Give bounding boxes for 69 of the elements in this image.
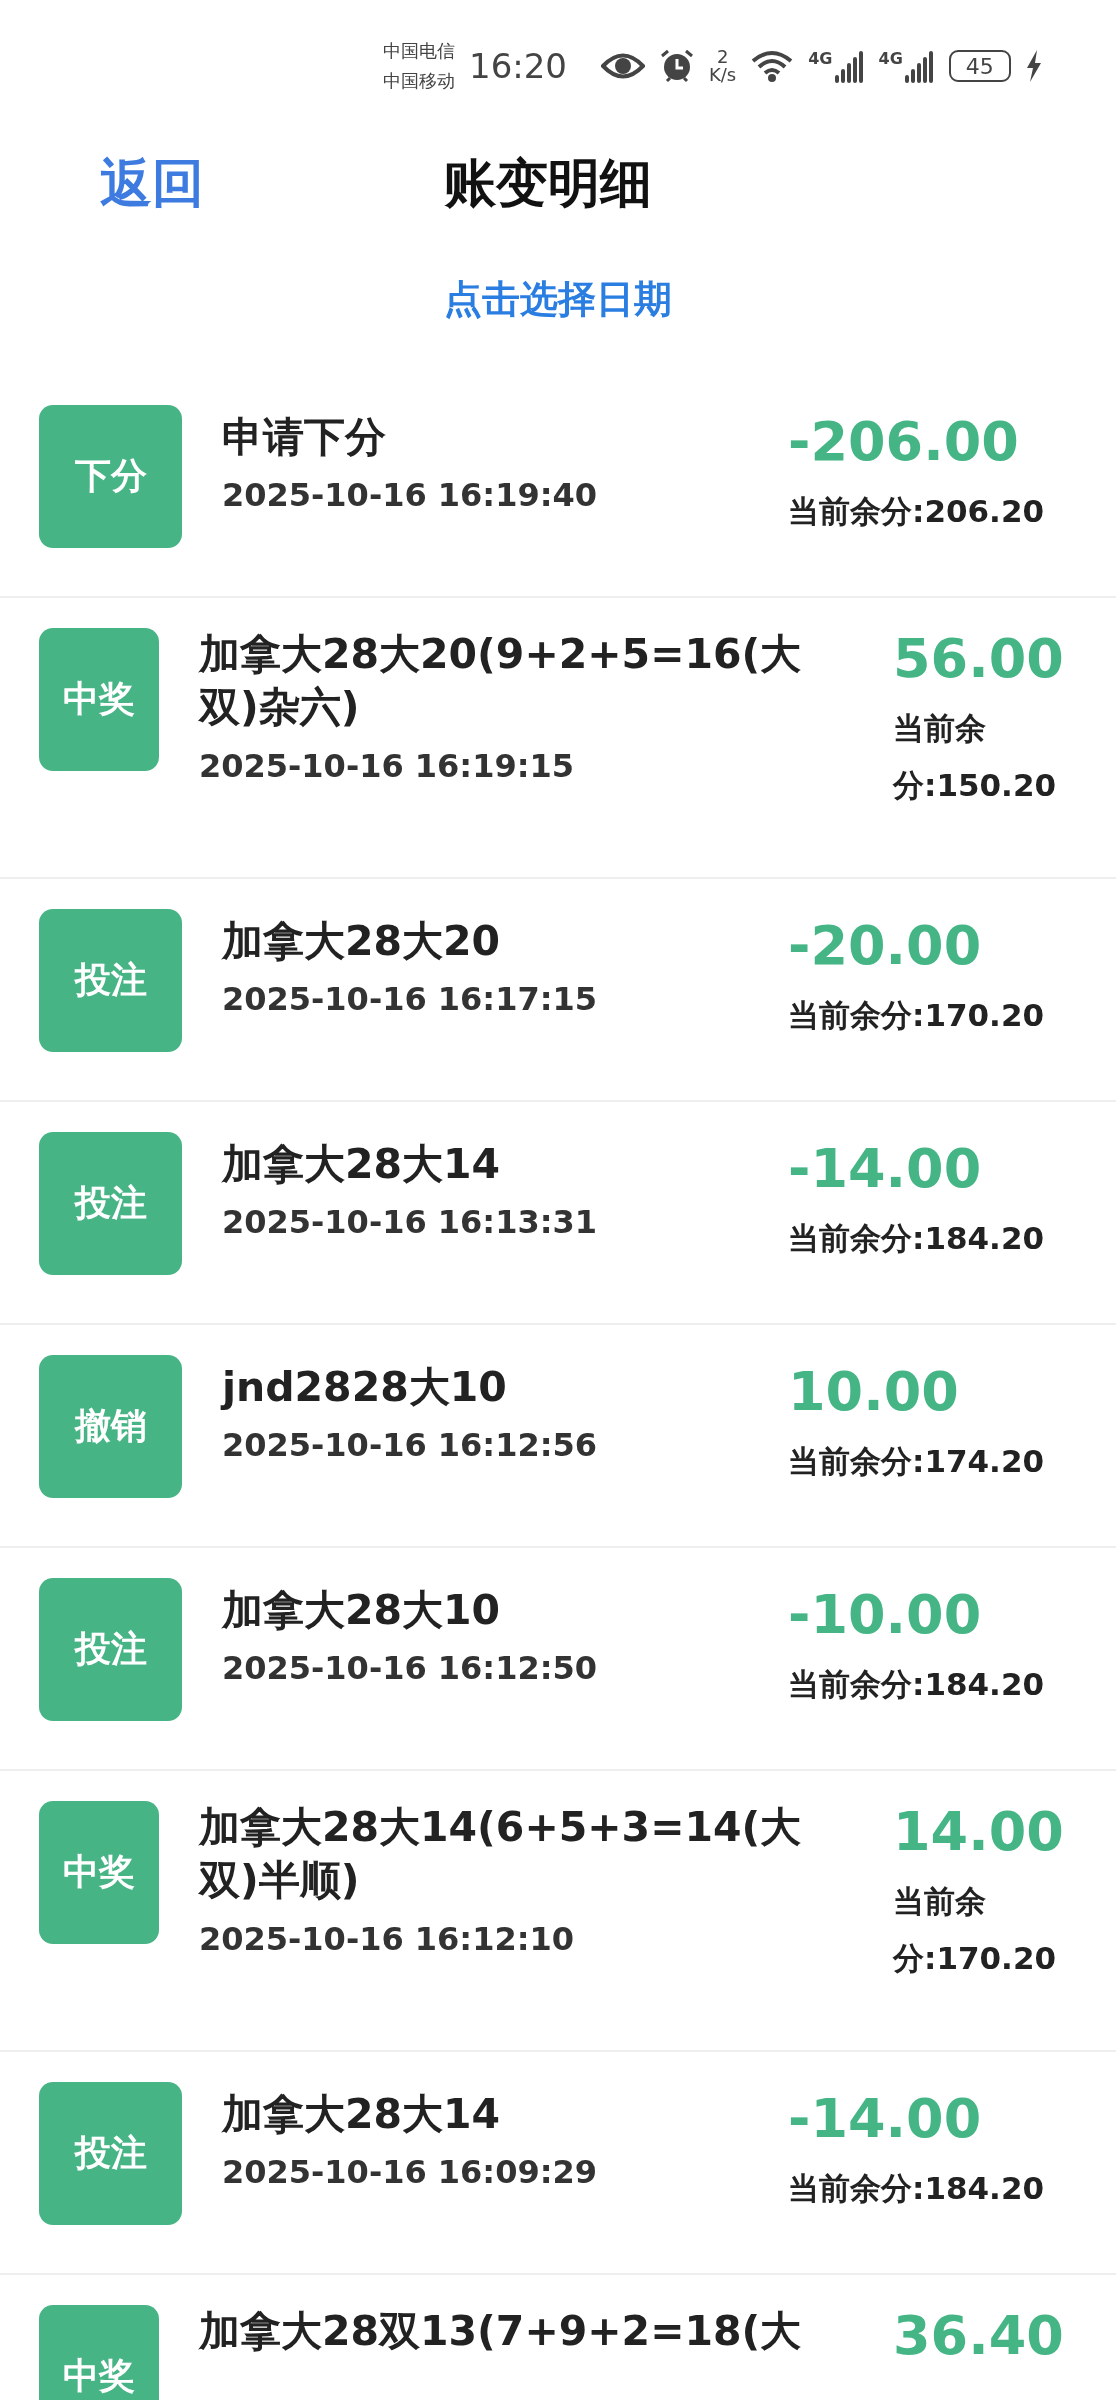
- record-row[interactable]: 中奖 加拿大28大20(9+2+5=16(大双)杂六) 2025-10-16 16:19:15 56.00 当前余分:150.20: [0, 598, 1116, 879]
- record-title: jnd2828大10: [222, 1362, 508, 1413]
- amount: -10.00: [788, 1584, 983, 1647]
- record-title: 加拿大28大20: [222, 916, 502, 967]
- record-title: 加拿大28大10: [222, 1585, 502, 1636]
- record-time: 2025-10-16 16:19:40: [222, 476, 598, 515]
- type-badge: 下分: [39, 405, 182, 548]
- balance: 当前余分:150.20: [893, 709, 1058, 806]
- type-badge: 中奖: [39, 1801, 159, 1944]
- date-picker-link[interactable]: 点击选择日期: [444, 274, 672, 325]
- record-time: 2025-10-16 16:17:15: [222, 980, 598, 1019]
- record-time: 2025-10-16 16:19:15: [199, 746, 575, 785]
- record-row[interactable]: 撤销 jnd2828大10 2025-10-16 16:12:56 10.00 当前余分:174.20: [0, 1325, 1116, 1548]
- record-row[interactable]: 投注 加拿大28大14 2025-10-16 16:09:29 -14.00 当前余分:184.20: [0, 2052, 1116, 2275]
- wifi-icon: [750, 49, 795, 83]
- record-row[interactable]: 中奖 加拿大28大14(6+5+3=14(大双)半顺) 2025-10-16 16:12:10 14.00 当前余分:170.20: [0, 1771, 1116, 2052]
- record-time: 2025-10-16 16:12:50: [222, 1649, 598, 1688]
- record-time: 2025-10-16 16:09:29: [222, 2153, 598, 2192]
- record-time: 2025-10-16 16:12:10: [199, 1919, 575, 1958]
- record-row[interactable]: 投注 加拿大28大20 2025-10-16 16:17:15 -20.00 当前余分:170.20: [0, 879, 1116, 1102]
- eye-icon: [601, 51, 645, 81]
- signal-icon: [834, 49, 865, 83]
- signal-icon: [904, 49, 935, 83]
- amount: 36.40: [893, 2305, 1065, 2368]
- type-badge: 投注: [39, 909, 182, 1052]
- record-title: 加拿大28大14(6+5+3=14(大双)半顺): [199, 1802, 803, 1907]
- amount: -14.00: [788, 2088, 983, 2151]
- record-time: 2025-10-16 16:12:56: [222, 1426, 598, 1465]
- type-badge: 投注: [39, 1132, 182, 1275]
- battery-icon: 45: [948, 50, 1011, 82]
- record-row[interactable]: 投注 加拿大28大10 2025-10-16 16:12:50 -10.00 当前余分:184.20: [0, 1548, 1116, 1771]
- back-link[interactable]: 返回: [100, 149, 204, 219]
- speed-value: 2: [716, 48, 729, 66]
- page-title: 账变明细: [444, 152, 652, 215]
- record-title: 加拿大28大14: [222, 2089, 502, 2140]
- amount: -20.00: [788, 915, 983, 978]
- type-badge: 中奖: [39, 2305, 159, 2400]
- carrier-name: 中国电信: [383, 39, 455, 63]
- balance: 当前余分:206.20: [788, 492, 1046, 532]
- type-badge: 撤销: [39, 1355, 182, 1498]
- type-badge: 中奖: [39, 628, 159, 771]
- amount: 10.00: [788, 1361, 960, 1424]
- balance: 当前余分:184.20: [788, 1219, 1046, 1259]
- record-title: 加拿大28大20(9+2+5=16(大双)杂六): [199, 629, 803, 734]
- type-badge: 投注: [39, 2082, 182, 2225]
- network-type: 4G: [808, 49, 833, 68]
- record-title: 申请下分: [222, 412, 387, 463]
- balance: 当前余分:184.20: [788, 1665, 1046, 1705]
- record-time: 2025-10-16 16:13:31: [222, 1203, 598, 1242]
- balance: 当前余分:170.20: [788, 996, 1046, 1036]
- amount: -206.00: [788, 411, 1020, 474]
- amount: 14.00: [893, 1801, 1065, 1864]
- charging-icon: [1024, 50, 1043, 82]
- alarm-clock-icon: [659, 48, 695, 84]
- record-row[interactable]: 下分 申请下分 2025-10-16 16:19:40 -206.00 当前余分:206.20: [0, 375, 1116, 598]
- record-title: 加拿大28双13(7+9+2=18(大: [199, 2306, 803, 2357]
- record-title: 加拿大28大14: [222, 1139, 502, 1190]
- record-row[interactable]: 投注 加拿大28大14 2025-10-16 16:13:31 -14.00 当前余分:184.20: [0, 1102, 1116, 1325]
- clock-time: 16:20: [469, 46, 567, 86]
- balance: 当前余分:174.20: [788, 1442, 1046, 1482]
- carrier-name: 中国移动: [383, 69, 455, 93]
- network-type: 4G: [878, 49, 903, 68]
- record-row[interactable]: 中奖 加拿大28双13(7+9+2=18(大 36.40: [0, 2275, 1116, 2400]
- balance: 当前余分:170.20: [893, 1882, 1058, 1979]
- amount: -14.00: [788, 1138, 983, 1201]
- speed-unit: K/s: [709, 66, 737, 84]
- type-badge: 投注: [39, 1578, 182, 1721]
- balance: 当前余分:184.20: [788, 2169, 1046, 2209]
- amount: 56.00: [893, 628, 1065, 691]
